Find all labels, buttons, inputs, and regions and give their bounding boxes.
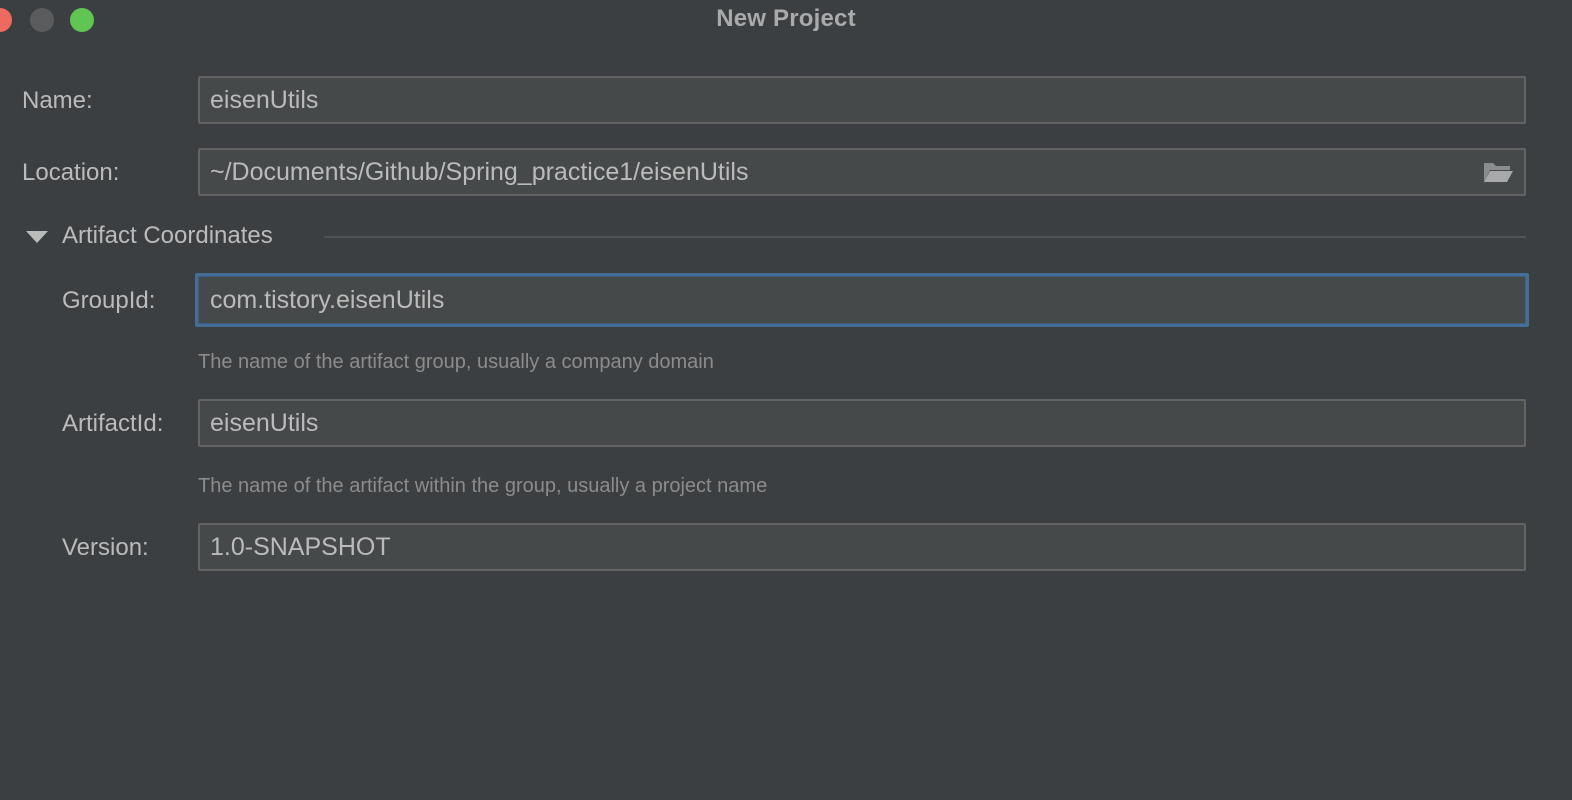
location-label: Location: [22,159,120,186]
name-field-box [198,76,1526,124]
window-title: New Project [716,5,856,32]
name-label: Name: [22,87,93,114]
version-field-box [198,523,1526,571]
location-field-box [198,148,1526,196]
new-project-dialog: New Project Name: Location: Artifact Coo… [0,0,1572,800]
group-id-label: GroupId: [62,287,156,314]
group-id-field-box [195,273,1529,327]
artifact-id-hint: The name of the artifact within the grou… [198,475,768,497]
section-divider [324,236,1526,238]
name-input[interactable] [200,78,1524,122]
location-input[interactable] [200,150,1524,194]
group-id-hint: The name of the artifact group, usually … [198,351,714,373]
version-input[interactable] [200,525,1524,569]
artifact-coordinates-label: Artifact Coordinates [62,222,273,249]
expanded-triangle-icon [26,231,48,243]
folder-open-icon[interactable] [1482,160,1514,184]
artifact-id-label: ArtifactId: [62,410,164,437]
artifact-id-input[interactable] [200,401,1524,445]
version-label: Version: [62,534,149,561]
artifact-coordinates-toggle[interactable]: Artifact Coordinates [26,222,1526,252]
title-bar: New Project [0,0,1572,40]
group-id-input[interactable] [198,276,1526,324]
artifact-id-field-box [198,399,1526,447]
